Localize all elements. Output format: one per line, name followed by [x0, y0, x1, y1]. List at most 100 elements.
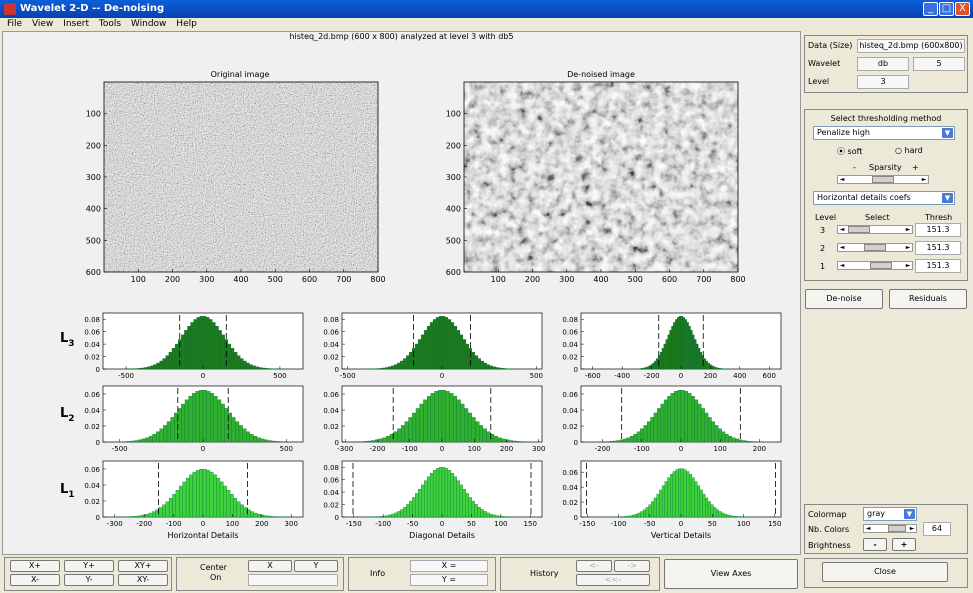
residuals-button[interactable]: Residuals — [889, 289, 967, 309]
slider-thumb[interactable] — [872, 176, 894, 183]
arrow-right-icon[interactable]: ► — [904, 262, 912, 269]
arrow-left-icon[interactable]: ◄ — [838, 226, 846, 233]
nb-colors-value[interactable]: 64 — [923, 522, 951, 536]
arrow-left-icon[interactable]: ◄ — [838, 176, 846, 183]
original-xtick-label: 400 — [233, 275, 248, 284]
center-y-button[interactable]: Y — [294, 560, 338, 572]
level-label-L2: L2 — [60, 406, 75, 424]
histogram-L1-horizontal[interactable]: 0 0.02 0.04 0.06 -300 -200 -100 0 100 200 300 — [84, 460, 304, 528]
method-select[interactable]: Penalize high ▼ — [813, 126, 955, 140]
level-3-thresh[interactable]: 151.3 — [915, 223, 961, 237]
level-label-L3: L3 — [60, 331, 75, 349]
histogram-bar — [669, 330, 672, 370]
info-x-value: X = — [410, 560, 488, 572]
close-window-button[interactable]: X — [955, 2, 970, 16]
denoised-ytick-label: 500 — [446, 236, 461, 245]
histogram-L2-vertical[interactable]: 0 0.02 0.04 0.06 -200 -100 0 100 200 — [562, 385, 782, 453]
figure-canvas: Original image De-noised image 100 200 300… — [60, 70, 782, 540]
level-1-thresh[interactable]: 151.3 — [915, 259, 961, 273]
slider-thumb[interactable] — [888, 525, 906, 532]
xtick-label: -500 — [118, 372, 134, 380]
slider-thumb[interactable] — [848, 226, 870, 233]
colormap-select[interactable]: gray ▼ — [863, 507, 917, 521]
histogram-bar — [430, 393, 435, 443]
arrow-right-icon[interactable]: ► — [904, 226, 912, 233]
minimize-button[interactable]: _ — [923, 2, 938, 16]
info-label: Info — [370, 569, 386, 578]
level-1-slider[interactable]: ◄ ► — [837, 261, 913, 270]
histogram-bar — [657, 408, 661, 443]
brightness-plus-button[interactable]: + — [892, 538, 916, 551]
nb-colors-slider[interactable]: ◄ ► — [863, 524, 917, 533]
histogram-L1-vertical[interactable]: 0 0.02 0.04 0.06 -150 -100 -50 0 50 100 150 — [562, 460, 781, 528]
histogram-bar — [379, 368, 383, 370]
history-back-button[interactable]: <- — [576, 560, 612, 572]
level-3-slider[interactable]: ◄ ► — [837, 225, 913, 234]
view-axes-button[interactable]: View Axes — [664, 559, 798, 589]
histogram-bar — [501, 368, 505, 370]
original-image[interactable] — [104, 82, 378, 272]
zoom-xy-minus-button[interactable]: XY- — [118, 574, 168, 586]
xtick-label: -150 — [579, 520, 595, 528]
histogram-bar — [650, 417, 655, 443]
histogram-bar — [171, 348, 176, 370]
histogram-bar — [174, 412, 178, 443]
histogram-bar — [127, 441, 132, 443]
arrow-left-icon[interactable]: ◄ — [838, 262, 846, 269]
histogram-bar — [264, 368, 269, 370]
arrow-left-icon[interactable]: ◄ — [864, 525, 872, 532]
ytick-label: 0 — [335, 514, 339, 522]
soft-radio[interactable]: ⦿ soft — [837, 146, 862, 157]
xtick-label: 0 — [201, 445, 205, 453]
histogram-bar — [168, 498, 173, 518]
arrow-left-icon[interactable]: ◄ — [838, 244, 846, 251]
history-forward-button[interactable]: -> — [614, 560, 650, 572]
histogram-bar — [629, 515, 633, 518]
center-x-button[interactable]: X — [248, 560, 292, 572]
histogram-L3-diagonal[interactable]: 00.020.040.060.08-500 0 500 — [323, 312, 543, 380]
level-2-thresh[interactable]: 151.3 — [915, 241, 961, 255]
histogram-bar — [421, 484, 425, 518]
histogram-bar — [215, 325, 219, 370]
histogram-bar — [382, 437, 387, 443]
history-start-button[interactable]: <<- — [576, 574, 650, 586]
maximize-button[interactable]: □ — [939, 2, 954, 16]
histogram-L3-horizontal[interactable]: 0 0.02 0.04 0.06 0.08 -500 0 500 — [84, 312, 304, 380]
histogram-bar — [660, 403, 665, 443]
arrow-right-icon[interactable]: ► — [908, 525, 916, 532]
histogram-L3-vertical[interactable]: 0 0.02 0.04 0.06 0.08 -600 -400 -200 0 200 400 600 — [562, 312, 782, 380]
close-button[interactable]: Close — [822, 562, 948, 582]
histogram-bar — [260, 438, 265, 443]
histogram-bar — [420, 334, 425, 370]
details-select[interactable]: Horizontal details coefs ▼ — [813, 191, 955, 205]
histogram-L2-horizontal[interactable]: 0 0.02 0.04 0.06 -500 0 500 — [84, 385, 304, 453]
histogram-bar — [711, 365, 714, 370]
zoom-x-plus-button[interactable]: X+ — [10, 560, 60, 572]
zoom-y-plus-button[interactable]: Y+ — [64, 560, 114, 572]
zoom-y-minus-button[interactable]: Y- — [64, 574, 114, 586]
arrow-right-icon[interactable]: ► — [904, 244, 912, 251]
histogram-bar — [168, 351, 173, 370]
denoised-image[interactable] — [464, 82, 738, 272]
slider-thumb[interactable] — [864, 244, 886, 251]
sparsity-slider[interactable]: ◄ ► — [837, 175, 929, 184]
xtick-label: 200 — [255, 520, 268, 528]
level-2-slider[interactable]: ◄ ► — [837, 243, 913, 252]
hard-radio[interactable]: ○ hard — [895, 146, 923, 155]
brightness-minus-button[interactable]: - — [863, 538, 887, 551]
histogram-bar — [619, 439, 624, 443]
histogram-L1-diagonal[interactable]: 0 0.02 0.04 0.06 0.08 -150 -100 -50 0 50 100 150 — [323, 460, 543, 528]
histogram-bar — [414, 343, 419, 370]
histogram-bar — [257, 513, 261, 518]
arrow-right-icon[interactable]: ► — [920, 176, 928, 183]
histogram-bar — [642, 367, 645, 370]
zoom-x-minus-button[interactable]: X- — [10, 574, 60, 586]
slider-thumb[interactable] — [870, 262, 892, 269]
original-xtick-label: 100 — [131, 275, 146, 284]
histogram-L2-diagonal[interactable]: 00.020.040.06-300 -200 -100 0 100 200 300 — [323, 385, 545, 453]
zoom-xy-plus-button[interactable]: XY+ — [118, 560, 168, 572]
denoise-button[interactable]: De-noise — [805, 289, 883, 309]
denoised-ytick-label: 100 — [446, 110, 461, 119]
histogram-bar — [212, 322, 216, 370]
histogram-bar — [196, 317, 201, 370]
